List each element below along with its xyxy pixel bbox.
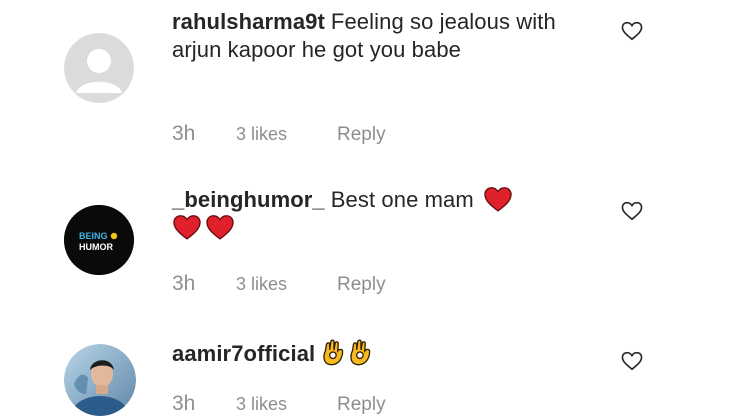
comment-username[interactable]: rahulsharma9t [172, 9, 325, 34]
comment-text: aamir7official [172, 338, 602, 368]
default-avatar-icon [64, 33, 134, 103]
avatar-logo-line1: BEING [79, 231, 108, 241]
comment-meta: 3h 3 likes Reply [172, 392, 386, 416]
comment-time: 3h [172, 392, 196, 415]
avatar[interactable]: BEING HUMOR [64, 205, 134, 275]
reply-button[interactable]: Reply [337, 394, 386, 416]
comment-likes[interactable]: 3 likes [236, 394, 337, 415]
avatar[interactable] [64, 344, 136, 416]
user-photo-avatar-icon [64, 344, 136, 416]
ok-hand-emoji [323, 339, 344, 366]
comment-username[interactable]: aamir7official [172, 341, 315, 366]
comment-text: _beinghumor_ Best one mam [172, 186, 602, 242]
comment-time: 3h [172, 122, 196, 145]
comment-meta: 3h 3 likes Reply [172, 122, 386, 146]
red-heart-emoji [206, 215, 234, 240]
comment-body: Best one mam [330, 187, 474, 212]
avatar[interactable] [64, 33, 134, 103]
red-heart-emoji [484, 187, 512, 212]
comment-meta: 3h 3 likes Reply [172, 272, 386, 296]
ok-hand-emoji [350, 339, 371, 366]
comment-likes[interactable]: 3 likes [236, 124, 337, 145]
heart-outline-icon[interactable] [621, 201, 643, 221]
comment-username[interactable]: _beinghumor_ [172, 187, 325, 212]
heart-outline-icon[interactable] [621, 21, 643, 41]
comment-likes[interactable]: 3 likes [236, 274, 337, 295]
reply-button[interactable]: Reply [337, 274, 386, 296]
comment-text: rahulsharma9t Feeling so jealous with arj… [172, 8, 602, 64]
reply-button[interactable]: Reply [337, 124, 386, 146]
red-heart-emoji [173, 215, 201, 240]
heart-outline-icon[interactable] [621, 351, 643, 371]
beinghumor-logo-icon: BEING HUMOR [64, 205, 134, 275]
avatar-logo-line2: HUMOR [79, 242, 113, 252]
comment-time: 3h [172, 272, 196, 295]
